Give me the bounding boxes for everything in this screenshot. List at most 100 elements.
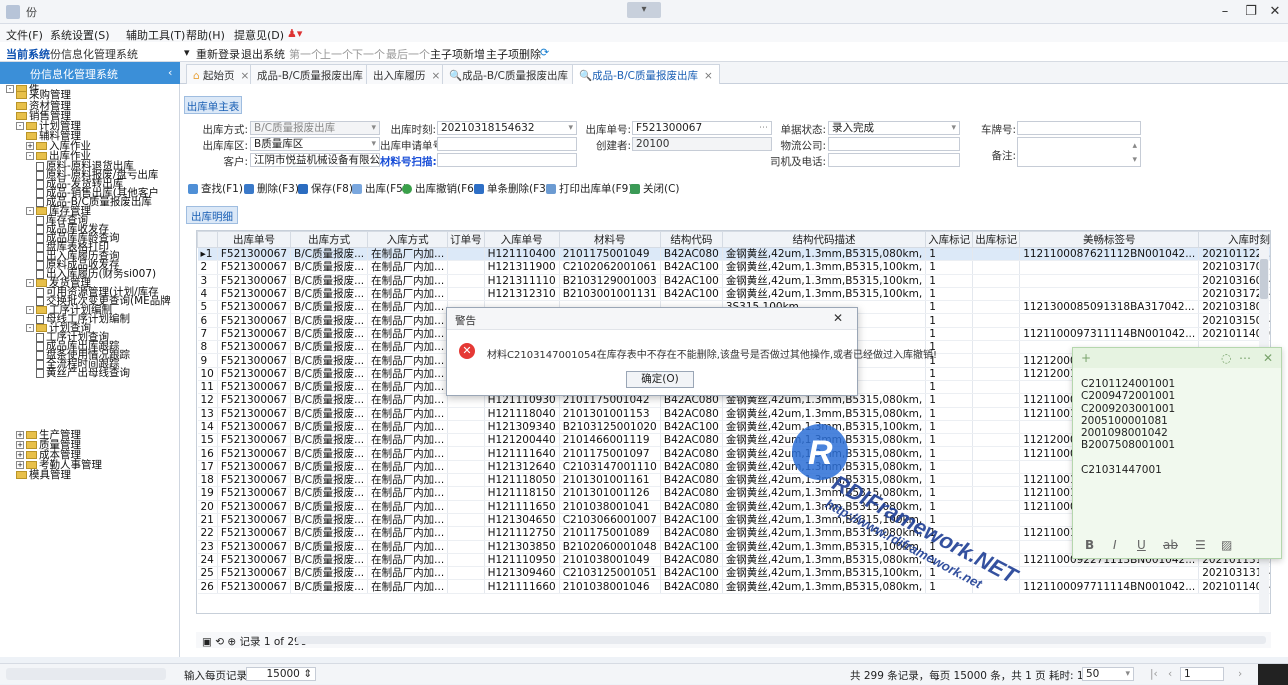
italic-icon[interactable]: I xyxy=(1113,538,1117,552)
sticky-note-body[interactable]: C2101124001001 C2009472001001 C20092030010… xyxy=(1081,378,1271,476)
tab-home[interactable]: ⌂ 起始页 × xyxy=(186,64,257,84)
column-header[interactable]: 入库单号 xyxy=(483,231,560,248)
expand-icon[interactable]: + xyxy=(16,431,24,439)
delete-master-detail-link[interactable]: 主子项删除 xyxy=(486,46,541,62)
collapse-icon[interactable]: - xyxy=(26,324,34,332)
out-time-field[interactable]: 20210318154632 ▾ xyxy=(437,121,577,135)
next-record-link[interactable]: 下一个 xyxy=(352,46,385,62)
single-delete-button[interactable]: 单条删除(F3) xyxy=(474,181,550,196)
expand-icon[interactable]: + xyxy=(16,441,24,449)
ok-button[interactable]: 确定(O) xyxy=(626,371,694,388)
close-window-button[interactable]: ✕ xyxy=(1264,4,1286,20)
close-note-icon[interactable]: ✕ xyxy=(1263,351,1273,365)
table-row[interactable]: 4 F521300067 B/C质量报废... 在制品厂内加... H121312310… xyxy=(197,287,1270,302)
column-header[interactable]: 结构代码 xyxy=(659,231,723,248)
collapse-icon[interactable]: - xyxy=(26,152,34,160)
outbound-button[interactable]: 出库(F5) xyxy=(352,181,407,196)
prev-record-link[interactable]: 上一个 xyxy=(320,46,353,62)
tree-node[interactable]: 模具管理 xyxy=(16,470,71,480)
scrollbar-thumb[interactable] xyxy=(1260,259,1268,299)
last-record-link[interactable]: 最后一个 xyxy=(386,46,430,62)
material-scan-input[interactable] xyxy=(437,153,577,167)
feedback-icon[interactable]: ♟▾ xyxy=(287,27,302,40)
refresh-icon[interactable]: ⟳ xyxy=(540,46,549,59)
system-select-arrow[interactable]: ▾ xyxy=(184,46,190,59)
sidebar-collapse-icon[interactable]: ‹ xyxy=(168,66,172,79)
table-row[interactable]: 26 F521300067 B/C质量报废... 在制品厂内加... H12111166… xyxy=(197,579,1270,594)
minimize-button[interactable]: – xyxy=(1214,4,1236,20)
add-note-icon[interactable]: + xyxy=(1081,351,1091,365)
page-number-input[interactable]: 1 xyxy=(1180,667,1224,681)
menu-feedback[interactable]: 提意见(D) xyxy=(234,27,284,43)
out-area-select[interactable]: B质量库区 ▾ xyxy=(250,137,380,151)
menu-tools[interactable]: 辅助工具(T) xyxy=(126,27,185,43)
image-icon[interactable]: ▨ xyxy=(1221,538,1232,552)
print-out-button[interactable]: 打印出库单(F9) xyxy=(546,181,632,196)
list-icon[interactable]: ☰ xyxy=(1195,538,1206,552)
expand-icon[interactable]: + xyxy=(26,142,34,150)
column-header[interactable]: 订单号 xyxy=(447,231,485,248)
tab-close-icon[interactable]: × xyxy=(704,70,713,82)
tab-close-icon[interactable]: × xyxy=(241,70,250,82)
logistics-field[interactable] xyxy=(828,137,960,151)
page-size-input[interactable]: 15000 ⇕ xyxy=(246,667,316,681)
delete-button[interactable]: 删除(F3) xyxy=(244,181,299,196)
detail-section-tab[interactable]: 出库明细 xyxy=(186,206,238,224)
column-header[interactable]: 结构代码描述 xyxy=(721,231,927,248)
table-row[interactable]: 2 F521300067 B/C质量报废... 在制品厂内加... H121311900… xyxy=(197,260,1270,275)
driver-phone-field[interactable] xyxy=(828,153,960,167)
tab-bc-scrap-1[interactable]: 成品-B/C质量报废出库× xyxy=(250,64,385,84)
find-button[interactable]: 查找(F1) xyxy=(188,181,243,196)
collapse-icon[interactable]: - xyxy=(26,279,34,287)
customer-select[interactable]: 江阴市悦益机械设备有限公司 ▾ xyxy=(250,153,380,167)
dialog-close-icon[interactable]: ✕ xyxy=(833,311,843,325)
strikethrough-icon[interactable]: ab xyxy=(1163,538,1178,552)
column-header[interactable]: 出库单号 xyxy=(216,231,292,248)
expand-icon[interactable]: + xyxy=(16,461,24,469)
sticky-note[interactable]: + ◌ ⋯ ✕ C2101124001001 C2009472001001 C200… xyxy=(1072,347,1282,559)
tree-node[interactable]: 采购管理 xyxy=(16,90,71,100)
close-button[interactable]: 关闭(C) xyxy=(630,181,680,196)
master-section-tab[interactable]: 出库单主表 xyxy=(184,96,242,114)
sidebar-scrollbar[interactable] xyxy=(6,668,166,680)
underline-icon[interactable]: U xyxy=(1137,538,1146,552)
tab-bc-scrap-2[interactable]: 🔍成品-B/C质量报废出库× xyxy=(442,64,590,84)
save-button[interactable]: 保存(F8) xyxy=(298,181,353,196)
table-row[interactable]: ▸1 F521300067 B/C质量报废... 在制品厂内加... H12111040… xyxy=(197,247,1270,262)
outbound-undo-button[interactable]: 出库撤销(F6) xyxy=(402,181,478,196)
sync-icon[interactable]: ◌ xyxy=(1221,351,1231,365)
collapse-icon[interactable]: - xyxy=(26,207,34,215)
plate-field[interactable] xyxy=(1017,121,1141,135)
column-header[interactable]: 出库标记 xyxy=(972,231,1021,248)
collapse-icon[interactable]: - xyxy=(16,122,24,130)
collapse-icon[interactable]: - xyxy=(26,306,34,314)
table-row[interactable]: 25 F521300067 B/C质量报废... 在制品厂内加... H12130946… xyxy=(197,566,1270,581)
bold-icon[interactable]: B xyxy=(1085,538,1094,552)
tree-node[interactable]: 黄丝产出母线查询 xyxy=(36,368,130,378)
logout-link[interactable]: 退出系统 xyxy=(241,46,285,62)
ribbon-collapse-toggle[interactable]: ▾ xyxy=(627,2,661,18)
tab-close-icon[interactable]: × xyxy=(432,70,441,82)
horizontal-scrollbar[interactable] xyxy=(296,636,1266,644)
remark-textarea[interactable]: ▴ ▾ xyxy=(1017,137,1141,167)
restore-button[interactable]: ❐ xyxy=(1240,4,1262,20)
column-header[interactable]: 美畅标签号 xyxy=(1019,231,1200,248)
column-header[interactable]: 入库方式 xyxy=(367,231,449,248)
prev-page-icon[interactable]: ‹ xyxy=(1168,668,1172,680)
out-request-field[interactable] xyxy=(437,137,577,151)
per-page-select[interactable]: 50 ▾ xyxy=(1082,667,1134,681)
out-no-field[interactable]: F521300067 ⋯ xyxy=(632,121,772,135)
doc-status-select[interactable]: 录入完成 ▾ xyxy=(828,121,960,135)
menu-help[interactable]: 帮助(H) xyxy=(186,27,225,43)
collapse-icon[interactable]: - xyxy=(6,85,14,93)
next-page-icon[interactable]: › xyxy=(1238,668,1242,680)
expand-icon[interactable]: + xyxy=(16,451,24,459)
add-master-detail-link[interactable]: 主子项新增 xyxy=(430,46,485,62)
more-icon[interactable]: ⋯ xyxy=(1239,351,1251,365)
column-header[interactable]: 材料号 xyxy=(558,231,661,248)
first-page-icon[interactable]: |‹ xyxy=(1150,668,1158,680)
tab-bc-scrap-3[interactable]: 🔍成品-B/C质量报废出库 × xyxy=(572,64,720,84)
table-row[interactable]: 3 F521300067 B/C质量报废... 在制品厂内加... H121311110… xyxy=(197,274,1270,288)
out-method-select[interactable]: B/C质量报废出库 ▾ xyxy=(250,121,380,135)
first-record-link[interactable]: 第一个 xyxy=(289,46,322,62)
